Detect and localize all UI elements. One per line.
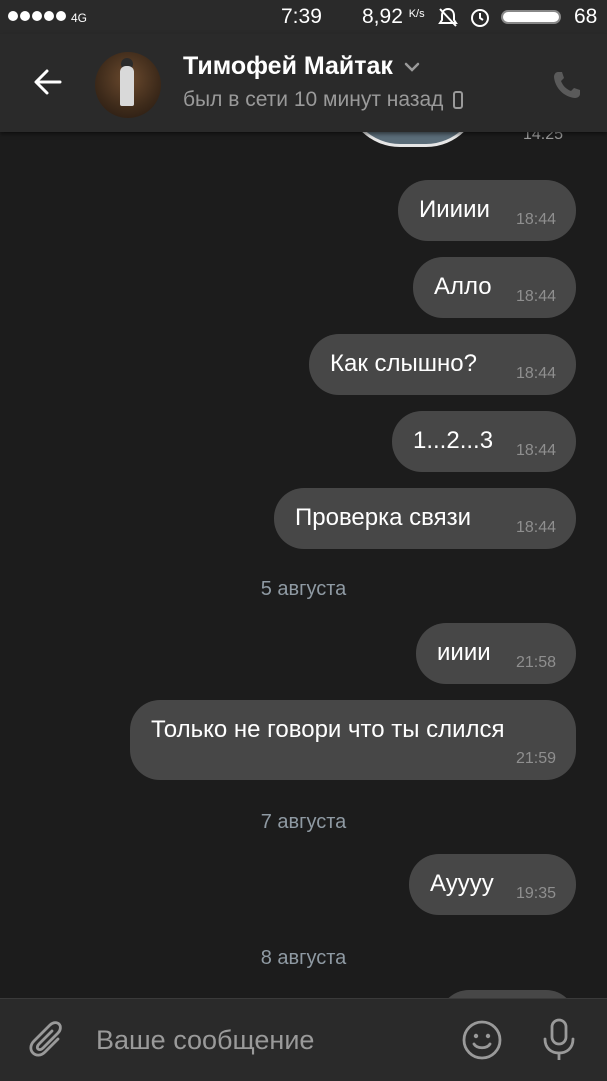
message-text: Ауууу xyxy=(430,870,494,897)
message-bubble[interactable]: Иииии 18:44 xyxy=(398,180,576,241)
alarm-icon xyxy=(471,9,489,27)
message-text: Проверка связи xyxy=(295,504,472,531)
message-time: 19:35 xyxy=(515,885,556,902)
message-bubble[interactable] xyxy=(439,990,576,998)
date-separator: 5 августа xyxy=(260,578,347,600)
status-bar: 4G 7:39 8,92 K/s 68 xyxy=(0,0,607,34)
status-icons xyxy=(437,6,561,28)
emoji-icon[interactable] xyxy=(461,1019,503,1061)
message-bubble[interactable]: Алло 18:44 xyxy=(413,257,576,318)
speed-value: 8,92 xyxy=(362,5,403,28)
battery-level: 68 xyxy=(574,5,598,28)
date-separator: 7 августа xyxy=(260,811,347,833)
message-time: 18:44 xyxy=(515,211,556,228)
network-speed: 8,92 K/s xyxy=(362,5,425,29)
message-list[interactable]: 14:25 Иииии 18:44 Алло 18:44 Как слышно?… xyxy=(0,132,607,998)
message-composer: Ваше сообщение xyxy=(0,998,607,1081)
speed-unit: K/s xyxy=(408,8,425,20)
phone-device-icon xyxy=(453,91,464,109)
message-time: 18:44 xyxy=(515,288,556,305)
date-separator: 8 августа xyxy=(260,947,347,969)
message-bubble[interactable]: Как слышно? 18:44 xyxy=(309,334,576,395)
message-bubble[interactable]: Ауууу 19:35 xyxy=(409,854,576,915)
message-time: 21:58 xyxy=(515,654,556,671)
last-seen-text: был в сети 10 минут назад xyxy=(183,88,444,111)
message-text: Алло xyxy=(434,273,492,300)
message-text: ииии xyxy=(437,639,491,666)
message-time: 18:44 xyxy=(515,519,556,536)
call-icon[interactable] xyxy=(550,68,584,102)
signal-icon: 4G xyxy=(8,9,88,25)
microphone-icon[interactable] xyxy=(540,1017,578,1063)
message-text: Иииии xyxy=(419,196,490,223)
message-bubble[interactable]: Только не говори что ты слился 21:59 xyxy=(130,700,576,780)
message-time: 18:44 xyxy=(515,365,556,382)
mute-notifications-icon xyxy=(438,7,458,27)
message-input[interactable]: Ваше сообщение xyxy=(96,1025,314,1056)
status-time: 7:39 xyxy=(281,5,322,28)
message-time: 14:25 xyxy=(523,132,564,143)
last-seen-status: был в сети 10 минут назад xyxy=(183,88,464,112)
contact-name: Тимофей Майтак xyxy=(183,52,393,80)
attachment-icon[interactable] xyxy=(28,1019,68,1063)
message-bubble[interactable]: 1...2...3 18:44 xyxy=(392,411,576,472)
message-text: Только не говори что ты слился xyxy=(151,716,505,743)
chat-header: Тимофей Майтак был в сети 10 минут назад xyxy=(0,34,607,132)
chevron-down-icon xyxy=(404,62,420,72)
avatar[interactable] xyxy=(95,52,161,118)
message-bubble[interactable]: Проверка связи 18:44 xyxy=(274,488,576,549)
message-text: 1...2...3 xyxy=(413,427,494,454)
network-type: 4G xyxy=(71,11,88,25)
sticker-message[interactable] xyxy=(345,132,481,147)
message-time: 18:44 xyxy=(515,442,556,459)
battery-icon xyxy=(501,10,561,24)
message-bubble[interactable]: ииии 21:58 xyxy=(416,623,576,684)
back-arrow-icon[interactable] xyxy=(30,64,66,100)
contact-title[interactable]: Тимофей Майтак xyxy=(183,52,421,81)
message-text: Как слышно? xyxy=(330,350,477,377)
message-time: 21:59 xyxy=(515,750,556,767)
